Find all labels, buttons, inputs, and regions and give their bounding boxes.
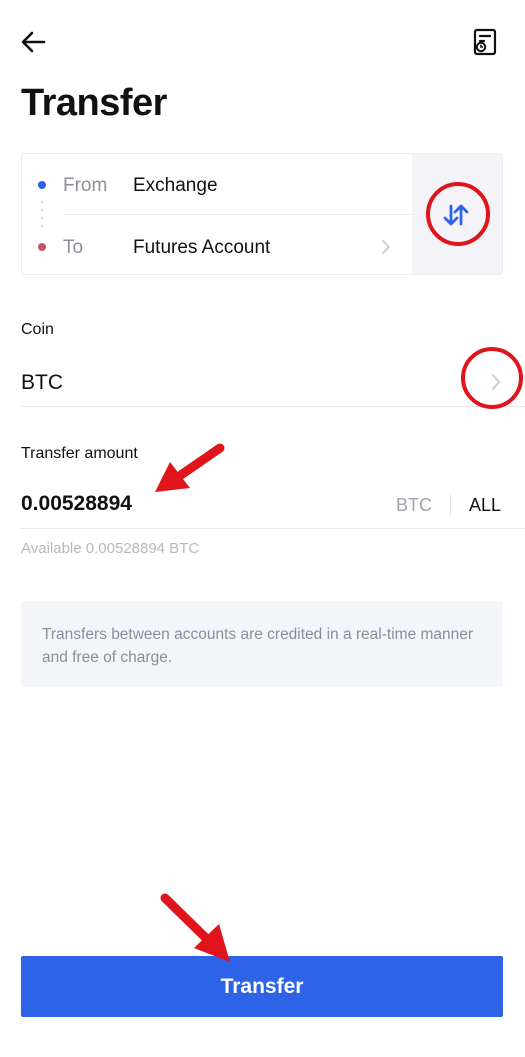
amount-input[interactable]: 0.00528894 <box>21 492 132 516</box>
available-balance: Available 0.00528894 BTC <box>21 540 200 557</box>
from-account[interactable]: Exchange <box>133 175 218 197</box>
swap-button[interactable] <box>412 154 502 274</box>
coin-selector[interactable]: BTC <box>21 371 63 395</box>
all-button[interactable]: ALL <box>469 495 501 516</box>
from-dot <box>38 181 46 189</box>
card-divider <box>63 214 413 215</box>
transfer-direction-card: From Exchange To Futures Account <box>21 153 503 275</box>
back-arrow-icon[interactable] <box>18 28 48 58</box>
coin-label: Coin <box>21 321 54 338</box>
page-title: Transfer <box>21 82 167 124</box>
connector-dots <box>41 198 43 232</box>
from-label: From <box>63 175 108 196</box>
to-account[interactable]: Futures Account <box>133 237 270 259</box>
amount-separator <box>450 494 451 516</box>
chevron-right-icon[interactable] <box>490 372 502 392</box>
chevron-right-icon[interactable] <box>380 238 392 256</box>
amount-divider <box>21 528 525 529</box>
annotation-arrow-amount <box>155 443 225 492</box>
transfer-button[interactable]: Transfer <box>21 956 503 1017</box>
amount-unit: BTC <box>396 495 432 515</box>
to-dot <box>38 243 46 251</box>
history-icon[interactable] <box>470 27 500 57</box>
amount-label: Transfer amount <box>21 445 138 462</box>
to-label: To <box>63 237 84 258</box>
notice-box: Transfers between accounts are credited … <box>21 601 503 687</box>
coin-divider <box>21 406 525 407</box>
swap-icon <box>443 204 469 226</box>
annotation-arrow-button <box>160 893 230 962</box>
